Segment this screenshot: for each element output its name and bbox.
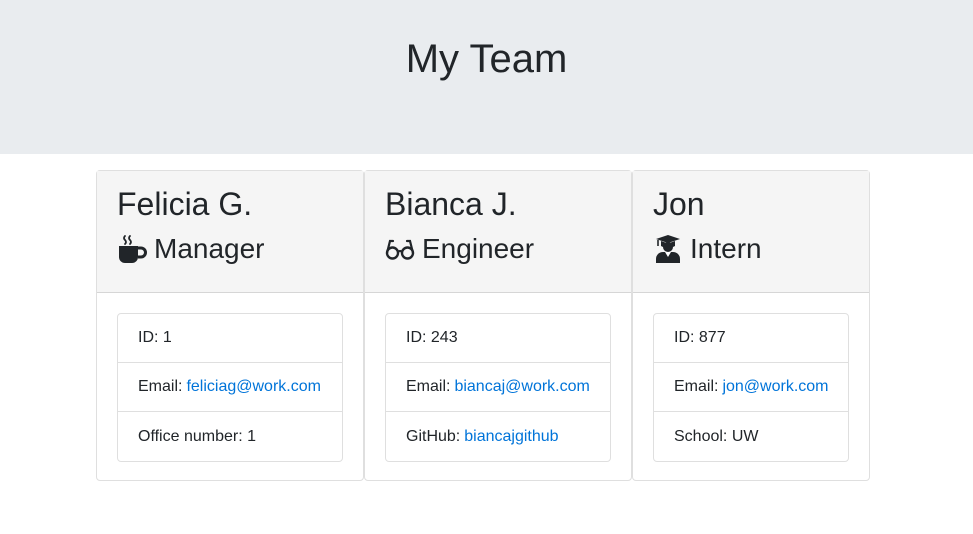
id-item: ID: 877 xyxy=(654,314,848,363)
employee-name: Felicia G. xyxy=(117,186,253,222)
email-prefix: Email: xyxy=(138,378,183,395)
card-body: ID: 1 Email: feliciag@work.com Office nu… xyxy=(97,293,363,482)
email-item: Email: biancaj@work.com xyxy=(386,363,610,412)
mug-hot-icon xyxy=(117,234,147,264)
page-title: My Team xyxy=(405,36,568,81)
employee-name: Bianca J. xyxy=(385,186,517,222)
header-banner: My Team xyxy=(0,0,973,154)
card-body: ID: 877 Email: jon@work.com School: UW xyxy=(633,293,869,482)
email-item: Email: jon@work.com xyxy=(654,363,848,412)
email-link[interactable]: biancaj@work.com xyxy=(454,378,589,396)
role-label: Engineer xyxy=(422,233,535,264)
card-header: Jon Intern xyxy=(633,171,869,293)
card-body: ID: 243 Email: biancaj@work.com GitHub: … xyxy=(365,293,631,482)
details-list: ID: 243 Email: biancaj@work.com GitHub: … xyxy=(385,313,611,462)
employee-role: Engineer xyxy=(385,232,611,266)
email-link[interactable]: jon@work.com xyxy=(722,378,828,396)
role-label: Manager xyxy=(154,233,265,264)
github-link[interactable]: biancajgithub xyxy=(464,428,558,446)
employee-card-engineer: Bianca J. Engineer ID: 243 Email: bianca… xyxy=(364,170,632,481)
id-item: ID: 1 xyxy=(118,314,342,363)
card-header: Bianca J. Engineer xyxy=(365,171,631,293)
details-list: ID: 1 Email: feliciag@work.com Office nu… xyxy=(117,313,343,462)
email-prefix: Email: xyxy=(406,378,451,395)
email-prefix: Email: xyxy=(674,378,719,395)
employee-role: Manager xyxy=(117,232,343,266)
email-item: Email: feliciag@work.com xyxy=(118,363,342,412)
glasses-icon xyxy=(385,234,415,264)
employee-card-intern: Jon Intern ID: 877 Email: jon@work.com S… xyxy=(632,170,870,481)
employee-card-manager: Felicia G. Manager ID: 1 Email: feliciag… xyxy=(96,170,364,481)
employee-name: Jon xyxy=(653,186,705,222)
graduate-icon xyxy=(653,234,683,264)
employee-role: Intern xyxy=(653,232,849,266)
details-list: ID: 877 Email: jon@work.com School: UW xyxy=(653,313,849,462)
id-item: ID: 243 xyxy=(386,314,610,363)
role-label: Intern xyxy=(690,233,762,264)
office-number-item: Office number: 1 xyxy=(138,427,256,445)
school-item: School: UW xyxy=(674,427,759,445)
github-prefix: GitHub: xyxy=(406,427,461,445)
card-header: Felicia G. Manager xyxy=(97,171,363,293)
email-link[interactable]: feliciag@work.com xyxy=(186,378,321,396)
github-item: GitHub: biancajgithub xyxy=(386,412,610,461)
